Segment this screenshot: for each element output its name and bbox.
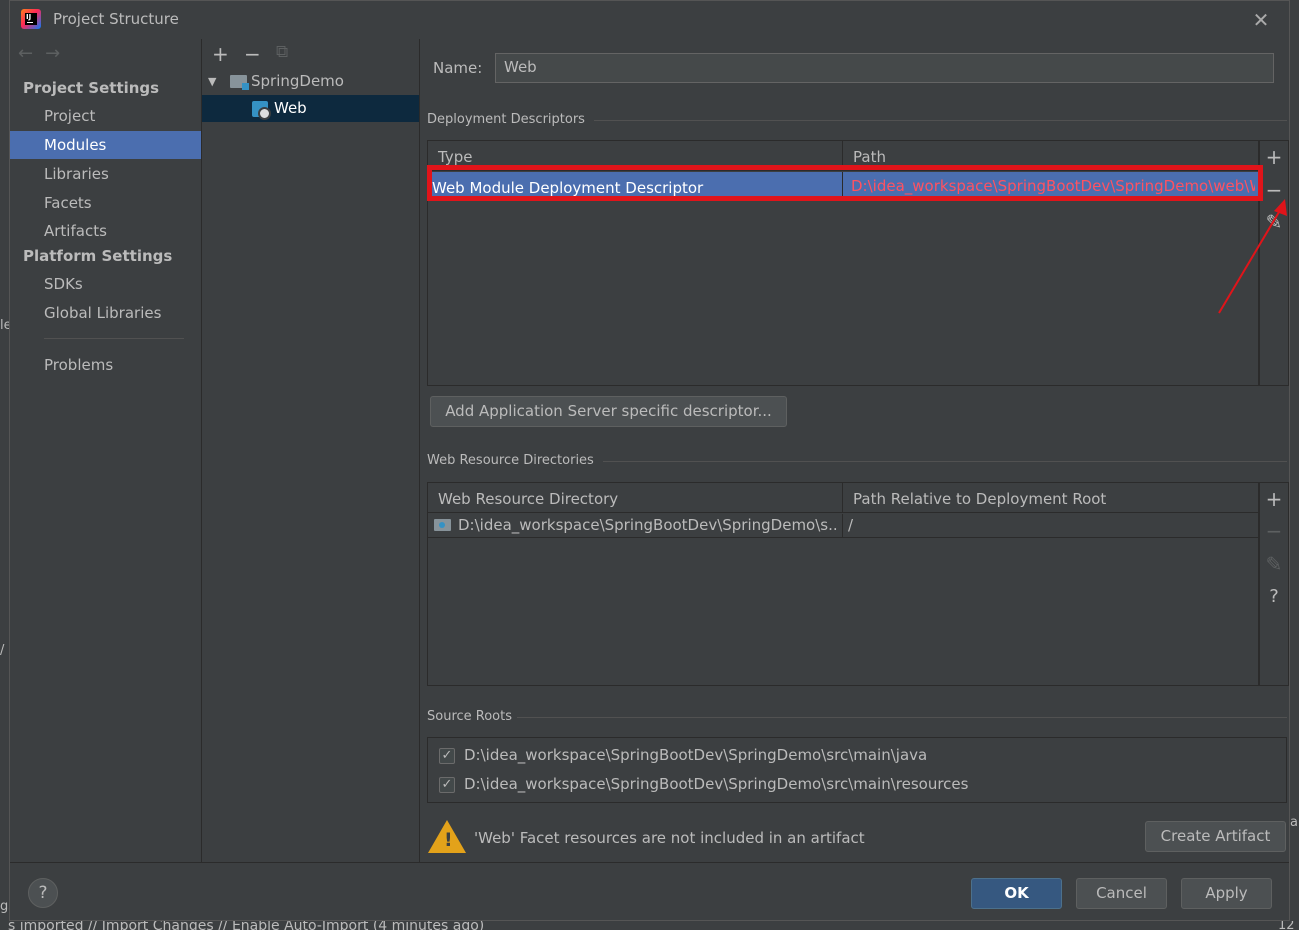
column-header-relative-path[interactable]: Path Relative to Deployment Root [843, 483, 1258, 513]
red-arrow-annotation [1218, 199, 1287, 314]
nav-item-modules[interactable]: Modules [10, 131, 201, 159]
help-icon[interactable]: ? [1260, 583, 1288, 611]
source-roots-list: ✓ D:\idea_workspace\SpringBootDev\Spring… [427, 737, 1287, 803]
nav-item-libraries[interactable]: Libraries [10, 160, 201, 188]
background-status-bar: s imported // Import Changes // Enable A… [0, 921, 1299, 930]
table-row[interactable]: D:\idea_workspace\SpringBootDev\SpringDe… [428, 514, 1258, 538]
status-bar-text: s imported // Import Changes // Enable A… [8, 921, 485, 930]
name-field[interactable]: Web [495, 53, 1274, 83]
tree-item-label: SpringDemo [251, 72, 344, 90]
nav-divider [44, 338, 184, 339]
footer-divider [10, 862, 1289, 863]
facet-settings-panel: Name: Web Deployment Descriptors Type Pa… [421, 39, 1290, 862]
status-bar-right: 12 [1278, 921, 1295, 930]
nav-item-artifacts[interactable]: Artifacts [10, 217, 201, 245]
nav-item-global-libraries[interactable]: Global Libraries [10, 299, 201, 327]
module-tree-panel: + − ⧉ ▼ SpringDemo Web [201, 39, 420, 862]
platform-settings-heading: Platform Settings [23, 247, 173, 265]
web-resource-table-toolbar: + − ✎ ? [1259, 482, 1289, 686]
section-divider [594, 120, 1287, 121]
apply-button[interactable]: Apply [1181, 878, 1272, 909]
add-server-descriptor-button[interactable]: Add Application Server specific descript… [430, 396, 787, 427]
back-arrow-icon[interactable]: ← [18, 43, 33, 64]
web-resource-directories-heading: Web Resource Directories [427, 453, 594, 468]
source-root-path: D:\idea_workspace\SpringBootDev\SpringDe… [464, 775, 969, 793]
tree-item-label: Web [274, 99, 307, 117]
add-icon[interactable]: + [1260, 485, 1288, 513]
web-resource-directories-table: Web Resource Directory Path Relative to … [427, 482, 1259, 686]
source-root-checkbox[interactable]: ✓ [439, 748, 455, 764]
edit-pencil-icon[interactable]: ✎ [1260, 550, 1288, 578]
add-icon[interactable]: + [1260, 143, 1288, 171]
window-title: Project Structure [53, 10, 179, 28]
nav-item-project[interactable]: Project [10, 102, 201, 130]
background-ide-right: a [1290, 0, 1299, 930]
name-label: Name: [433, 59, 483, 77]
remove-module-icon[interactable]: − [244, 42, 261, 66]
deployment-descriptors-heading: Deployment Descriptors [427, 112, 585, 127]
nav-item-problems[interactable]: Problems [10, 351, 201, 379]
remove-icon[interactable]: − [1260, 517, 1288, 545]
column-header-web-resource-directory[interactable]: Web Resource Directory [428, 483, 843, 513]
title-bar: IJ Project Structure ✕ [10, 1, 1289, 39]
nav-history: ← → [18, 43, 72, 64]
background-fragment: / [0, 643, 5, 658]
help-icon[interactable]: ? [28, 878, 58, 908]
web-folder-icon [434, 519, 451, 531]
background-fragment: a [1290, 815, 1298, 830]
nav-item-facets[interactable]: Facets [10, 189, 201, 217]
background-ide-left: le / gs [0, 0, 15, 930]
create-artifact-button[interactable]: Create Artifact [1145, 821, 1286, 852]
tree-item-springdemo[interactable]: ▼ SpringDemo [202, 68, 419, 95]
tree-item-web[interactable]: Web [202, 95, 419, 122]
source-root-path: D:\idea_workspace\SpringBootDev\SpringDe… [464, 746, 928, 764]
warning-message: 'Web' Facet resources are not included i… [474, 829, 865, 847]
project-settings-heading: Project Settings [23, 79, 160, 97]
cell-divider [842, 514, 843, 538]
close-icon[interactable]: ✕ [1250, 9, 1272, 31]
nav-item-sdks[interactable]: SDKs [10, 270, 201, 298]
warning-icon: ! [428, 820, 466, 853]
copy-module-icon[interactable]: ⧉ [276, 42, 288, 62]
add-module-icon[interactable]: + [212, 42, 229, 66]
forward-arrow-icon[interactable]: → [45, 43, 60, 64]
source-root-checkbox[interactable]: ✓ [439, 777, 455, 793]
intellij-logo-icon: IJ [21, 9, 41, 29]
cancel-button[interactable]: Cancel [1076, 878, 1167, 909]
project-structure-dialog: IJ Project Structure ✕ ← → Project Settin… [9, 0, 1290, 921]
web-resource-directory-cell: D:\idea_workspace\SpringBootDev\SpringDe… [458, 516, 838, 534]
web-facet-icon [252, 101, 271, 120]
settings-nav: ← → Project Settings Project Modules Libr… [10, 39, 201, 862]
section-divider [603, 461, 1287, 462]
relative-path-cell[interactable]: / [848, 512, 1148, 538]
module-folder-icon [230, 75, 249, 90]
expand-arrow-icon[interactable]: ▼ [208, 68, 216, 95]
section-divider [517, 717, 1287, 718]
red-highlight-box [427, 165, 1263, 201]
source-roots-heading: Source Roots [427, 709, 513, 724]
ok-button[interactable]: OK [971, 878, 1062, 909]
